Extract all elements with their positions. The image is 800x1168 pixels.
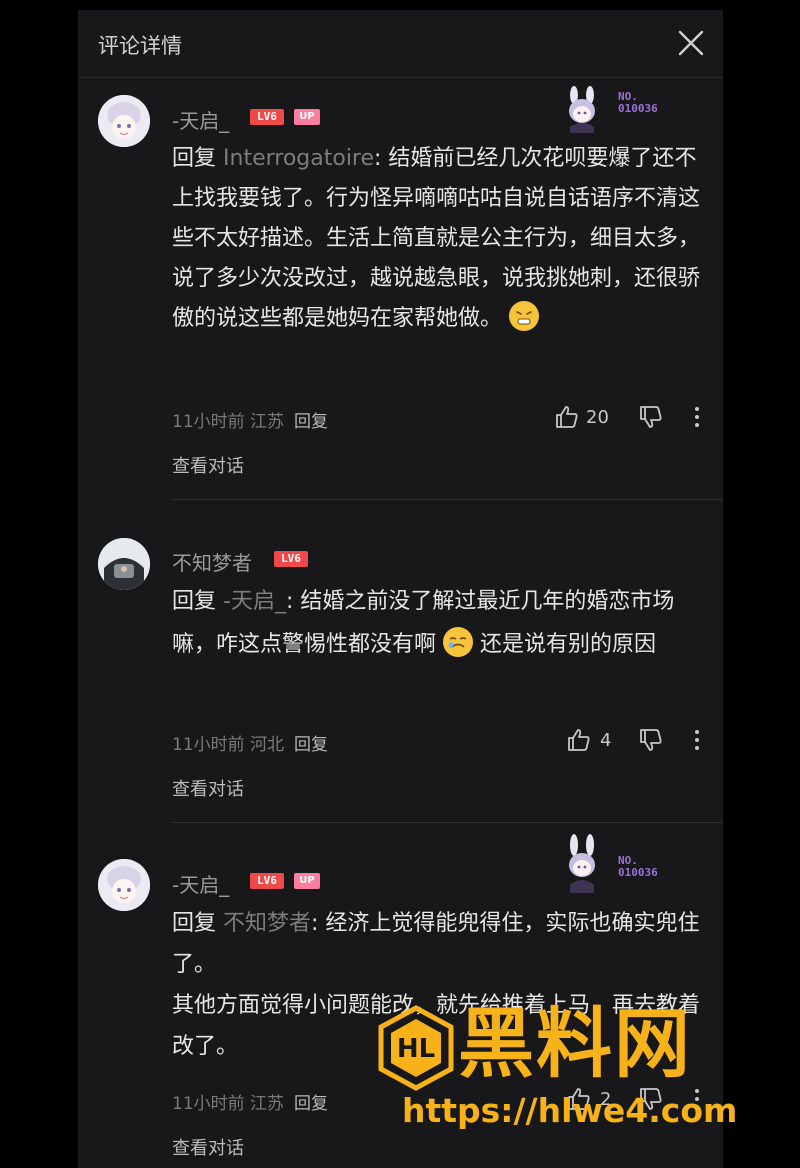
dislike-button[interactable] xyxy=(638,727,664,757)
username[interactable]: -天启_ xyxy=(172,869,229,898)
svg-text:HL: HL xyxy=(397,1034,435,1064)
level-badge: LV6 xyxy=(274,551,308,567)
close-button[interactable] xyxy=(676,28,706,58)
comment-meta: 11小时前 江苏 回复 xyxy=(172,1094,329,1114)
watermark-url: https://hlwe4.com xyxy=(402,1091,738,1130)
grimace-emoji-icon xyxy=(509,301,540,331)
hl-logo-icon: HL xyxy=(378,1005,454,1091)
thumbs-down-icon xyxy=(640,406,662,428)
view-conversation-link[interactable]: 查看对话 xyxy=(172,452,244,478)
like-button[interactable]: 4 xyxy=(566,727,611,753)
bunny-girl-icon xyxy=(569,86,595,133)
view-conversation-link[interactable]: 查看对话 xyxy=(172,1134,244,1160)
mention-link[interactable]: Interrogatoire xyxy=(223,146,374,171)
level-badge: LV6 xyxy=(250,873,284,889)
mention-link[interactable]: -天启_ xyxy=(223,589,286,614)
avatar[interactable] xyxy=(98,859,150,911)
level-badge: LV6 xyxy=(250,109,284,125)
fan-badge-number: NO. 010036 xyxy=(618,90,658,115)
bunny-girl-icon xyxy=(569,834,595,893)
thumbs-up-icon xyxy=(556,406,578,428)
comment-detail-panel: 评论详情 -天启_ LV6 UP NO. 010036 回复 Interroga… xyxy=(78,10,723,1168)
view-conversation-link[interactable]: 查看对话 xyxy=(172,775,244,801)
crying-emoji-icon xyxy=(443,627,474,657)
like-button[interactable]: 20 xyxy=(554,404,609,430)
divider xyxy=(172,499,723,500)
watermark-title: 黑料网 xyxy=(458,999,692,1088)
like-count: 20 xyxy=(586,406,609,428)
avatar[interactable] xyxy=(98,538,150,590)
page-title: 评论详情 xyxy=(98,34,182,58)
reply-button[interactable]: 回复 xyxy=(294,412,328,432)
mention-link[interactable]: 不知梦者 xyxy=(223,911,311,936)
username[interactable]: 不知梦者 xyxy=(172,547,252,576)
fan-badge-number: NO. 010036 xyxy=(618,854,658,879)
watermark: HL 黑料网 https://hlwe4.com xyxy=(376,999,776,1145)
dislike-button[interactable] xyxy=(638,404,664,434)
close-icon xyxy=(678,30,704,56)
fan-badge: NO. 010036 xyxy=(556,85,676,133)
up-badge: UP xyxy=(294,109,320,125)
fan-badge: NO. 010036 xyxy=(556,833,676,893)
more-options-button[interactable] xyxy=(690,405,704,433)
username[interactable]: -天启_ xyxy=(172,105,229,134)
avatar[interactable] xyxy=(98,95,150,147)
comment-meta: 11小时前 河北 回复 xyxy=(172,735,329,755)
up-badge: UP xyxy=(294,873,320,889)
comment-meta: 11小时前 江苏 回复 xyxy=(172,412,329,432)
more-options-button[interactable] xyxy=(690,728,704,756)
thumbs-down-icon xyxy=(640,729,662,751)
panel-header: 评论详情 xyxy=(78,10,723,78)
more-vertical-icon xyxy=(695,407,699,427)
more-vertical-icon xyxy=(695,730,699,750)
divider xyxy=(172,822,723,823)
thumbs-up-icon xyxy=(568,729,590,751)
comment-text: 回复 -天启_: 结婚之前没了解过最近几年的婚恋市场嘛，咋这点警惕性都没有啊 还… xyxy=(172,589,675,657)
like-count: 4 xyxy=(600,729,612,751)
reply-button[interactable]: 回复 xyxy=(294,735,328,755)
comment-text: 回复 Interrogatoire: 结婚前已经几次花呗要爆了还不上找我要钱了。… xyxy=(172,146,701,331)
reply-button[interactable]: 回复 xyxy=(294,1094,328,1114)
